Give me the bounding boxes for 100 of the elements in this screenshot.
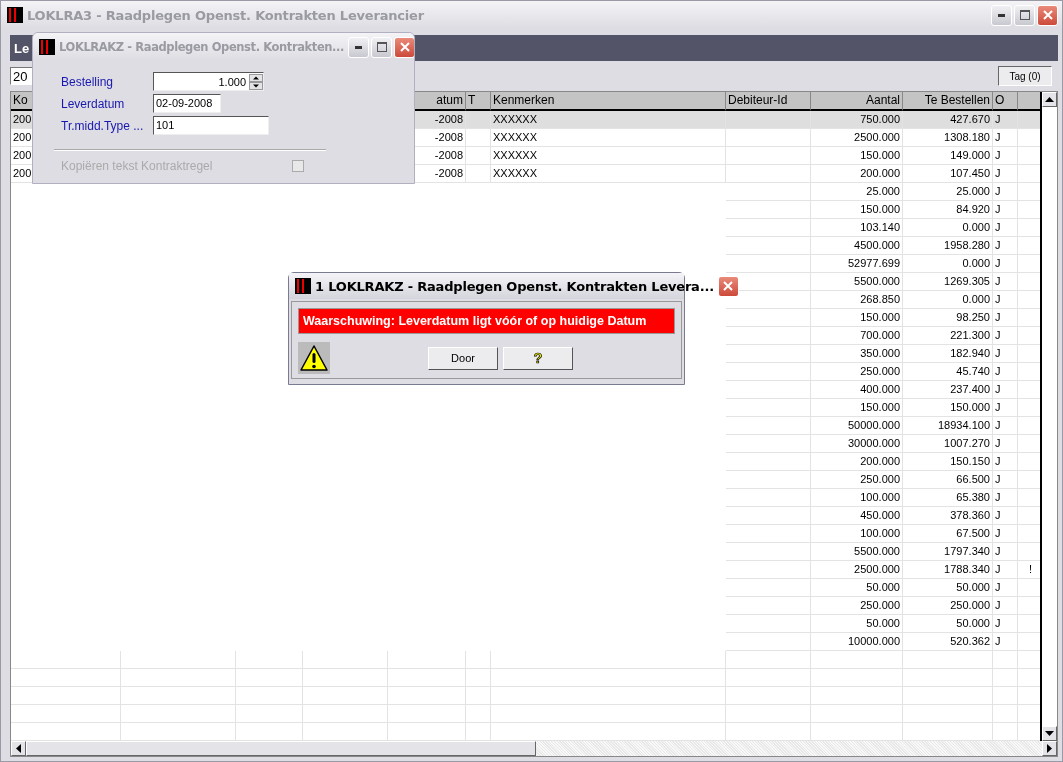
table-row[interactable]: 150.000 84.920 J — [11, 201, 1040, 219]
table-cell: J — [995, 239, 1001, 251]
table-cell: XXXXXX — [493, 167, 538, 179]
table-cell: 150.000 — [860, 401, 900, 413]
input-field[interactable]: 101 — [153, 116, 269, 135]
table-cell: 10000.000 — [848, 635, 900, 647]
table-cell: 2500.000 — [854, 131, 900, 143]
table-cell: 427.670 — [950, 113, 990, 125]
table-cell: 65.380 — [956, 491, 990, 503]
tag-button[interactable]: Tag (0) — [998, 66, 1052, 86]
table-cell: 237.400 — [950, 383, 990, 395]
table-cell: 150.000 — [860, 203, 900, 215]
table-row[interactable]: 200.000 150.150 J — [11, 453, 1040, 471]
table-row[interactable]: 250.000 250.000 J — [11, 597, 1040, 615]
table-cell: 149.000 — [950, 149, 990, 161]
table-row[interactable]: 50.000 50.000 J — [11, 579, 1040, 597]
table-cell: J — [995, 563, 1001, 575]
table-row[interactable]: 5500.000 1797.340 J — [11, 543, 1040, 561]
table-cell: J — [995, 455, 1001, 467]
table-cell: 182.940 — [950, 347, 990, 359]
table-cell: 107.450 — [950, 167, 990, 179]
table-cell: 268.850 — [860, 293, 900, 305]
window-title: LOKLRAKZ - Raadplegen Openst. Kontrakten... — [59, 40, 344, 54]
table-cell: J — [995, 347, 1001, 359]
table-cell: J — [995, 383, 1001, 395]
table-cell: J — [995, 599, 1001, 611]
table-cell: 520.362 — [950, 635, 990, 647]
table-cell: J — [995, 167, 1001, 179]
table-cell: 50.000 — [956, 617, 990, 629]
table-cell: 150.000 — [950, 401, 990, 413]
table-cell: 0.000 — [962, 293, 990, 305]
table-cell: 200 — [13, 131, 32, 143]
table-cell: -2008 — [434, 131, 463, 143]
table-cell: 25.000 — [956, 185, 990, 197]
table-cell: 25.000 — [866, 185, 900, 197]
door-button[interactable]: Door — [428, 346, 498, 370]
table-cell: 5500.000 — [854, 275, 900, 287]
input-field[interactable]: 02-09-2008 — [153, 94, 221, 113]
table-cell: J — [995, 437, 1001, 449]
table-cell: J — [995, 491, 1001, 503]
table-cell: 5500.000 — [854, 545, 900, 557]
table-cell: J — [995, 545, 1001, 557]
table-cell: 2500.000 — [854, 563, 900, 575]
table-cell: 45.740 — [956, 365, 990, 377]
table-cell: 450.000 — [860, 509, 900, 521]
table-cell: 350.000 — [860, 347, 900, 359]
table-row[interactable]: 2500.000 1788.340 J ! — [11, 561, 1040, 579]
table-row[interactable]: 100.000 65.380 J — [11, 489, 1040, 507]
table-cell: XXXXXX — [493, 149, 538, 161]
table-cell: 50.000 — [956, 581, 990, 593]
number-field[interactable]: 1.000 — [153, 72, 264, 91]
table-cell: 100.000 — [860, 491, 900, 503]
table-cell: J — [995, 221, 1001, 233]
table-cell: J — [995, 113, 1001, 125]
table-row[interactable]: 250.000 66.500 J — [11, 471, 1040, 489]
table-cell: 250.000 — [860, 473, 900, 485]
table-cell: 221.300 — [950, 329, 990, 341]
table-cell: J — [995, 329, 1001, 341]
table-cell: 200 — [13, 113, 32, 125]
table-cell: 1788.340 — [944, 563, 990, 575]
table-row[interactable]: 30000.000 1007.270 J — [11, 435, 1040, 453]
table-cell: 67.500 — [956, 527, 990, 539]
field-label: Leverdatum — [61, 96, 126, 111]
table-row[interactable]: 4500.000 1958.280 J — [11, 237, 1040, 255]
table-row[interactable]: 450.000 378.360 J — [11, 507, 1040, 525]
table-cell: XXXXXX — [493, 113, 538, 125]
table-cell: 0.000 — [962, 221, 990, 233]
table-cell: 200.000 — [860, 167, 900, 179]
table-cell: 66.500 — [956, 473, 990, 485]
table-cell: J — [995, 275, 1001, 287]
table-cell: 250.000 — [860, 365, 900, 377]
table-cell: 0.000 — [962, 257, 990, 269]
table-cell: 400.000 — [860, 383, 900, 395]
table-row[interactable]: 50000.000 18934.100 J — [11, 417, 1040, 435]
table-cell: 4500.000 — [854, 239, 900, 251]
field-label: Bestelling — [61, 74, 115, 89]
table-cell: J — [995, 203, 1001, 215]
table-row[interactable]: 10000.000 520.362 J — [11, 633, 1040, 651]
table-cell: 1958.280 — [944, 239, 990, 251]
table-cell: 84.920 — [956, 203, 990, 215]
table-row[interactable]: 150.000 150.000 J — [11, 399, 1040, 417]
table-cell: J — [995, 509, 1001, 521]
table-cell: J — [995, 581, 1001, 593]
table-row[interactable]: 100.000 67.500 J — [11, 525, 1040, 543]
table-cell: J — [995, 149, 1001, 161]
header-title: Le — [14, 40, 30, 56]
table-cell: J — [995, 635, 1001, 647]
table-cell: 50.000 — [866, 617, 900, 629]
table-cell: 52977.699 — [848, 257, 900, 269]
table-cell: 1007.270 — [944, 437, 990, 449]
table-row[interactable]: 103.140 0.000 J — [11, 219, 1040, 237]
table-cell: J — [995, 293, 1001, 305]
table-cell: J — [995, 527, 1001, 539]
table-cell: 103.140 — [860, 221, 900, 233]
table-cell: 1797.340 — [944, 545, 990, 557]
table-cell: J — [995, 311, 1001, 323]
table-cell: J — [995, 131, 1001, 143]
warning-message: Waarschuwing: Leverdatum ligt vóór of op huidige Datum — [298, 308, 675, 334]
table-cell: 200 — [13, 149, 32, 161]
table-row[interactable]: 50.000 50.000 J — [11, 615, 1040, 633]
